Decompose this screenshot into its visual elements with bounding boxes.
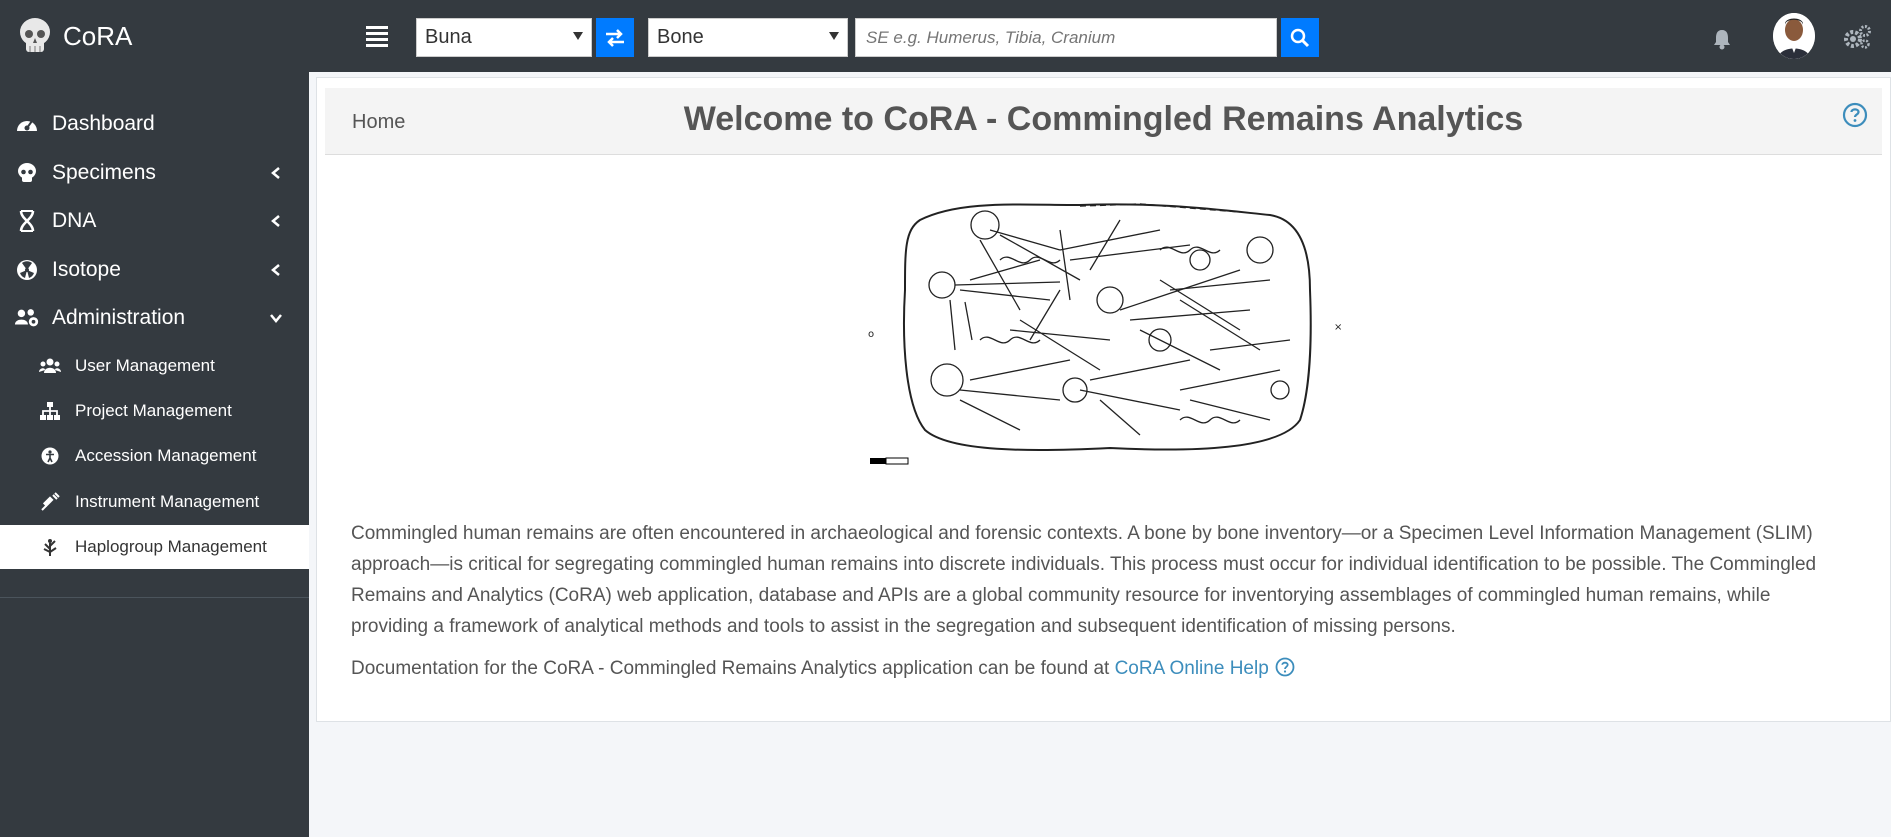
commingled-remains-illustration: o ×	[860, 190, 1350, 470]
page-title: Welcome to CoRA - Commingled Remains Ana…	[683, 100, 1524, 138]
syringe-icon	[38, 490, 62, 514]
sidebar-item-specimens[interactable]: Specimens	[0, 150, 309, 196]
sidebar-subitem-accession-management[interactable]: Accession Management	[0, 434, 309, 478]
accession-icon	[38, 444, 62, 468]
svg-text:o: o	[868, 329, 874, 340]
question-circle-icon[interactable]	[1275, 657, 1295, 677]
sidebar-subitem-haplogroup-management[interactable]: Haplogroup Management	[0, 525, 309, 569]
sidebar-item-isotope[interactable]: Isotope	[0, 247, 309, 293]
documentation-line: Documentation for the CoRA - Commingled …	[351, 657, 1295, 680]
sidebar-subitem-instrument-management[interactable]: Instrument Management	[0, 480, 309, 524]
documentation-text: Documentation for the CoRA - Commingled …	[351, 658, 1115, 679]
users-cog-icon	[14, 305, 40, 331]
brand[interactable]: CoRA	[0, 0, 309, 72]
sidebar-subitem-label: User Management	[75, 356, 215, 375]
chevron-left-icon	[271, 167, 280, 179]
bell-icon[interactable]	[1711, 28, 1733, 50]
svg-text:×: ×	[1334, 322, 1342, 333]
chevron-left-icon	[271, 215, 280, 227]
radiation-icon	[14, 257, 40, 283]
card-header: Home Welcome to CoRA - Commingled Remain…	[325, 88, 1882, 155]
main-card: Home Welcome to CoRA - Commingled Remain…	[316, 77, 1891, 722]
search-button[interactable]	[1281, 18, 1319, 57]
sidebar-subitem-label: Accession Management	[75, 446, 257, 465]
sidebar-subitem-label: Haplogroup Management	[75, 537, 267, 556]
sidebar-item-label: DNA	[52, 209, 97, 232]
sidebar-item-dna[interactable]: DNA	[0, 198, 309, 244]
sidebar-subitem-user-management[interactable]: User Management	[0, 344, 309, 388]
sidebar-item-label: Isotope	[52, 258, 121, 281]
chevron-down-icon	[573, 32, 583, 40]
chevron-left-icon	[271, 264, 280, 276]
users-icon	[38, 354, 62, 378]
haplogroup-icon	[38, 535, 62, 559]
type-select-value: Bone	[657, 26, 704, 48]
type-select[interactable]: Bone	[648, 18, 848, 57]
project-select[interactable]: Buna	[416, 18, 592, 57]
cogs-icon[interactable]	[1842, 24, 1872, 50]
chevron-down-icon	[829, 32, 839, 40]
sidebar-subitem-label: Instrument Management	[75, 492, 260, 511]
skull-icon	[14, 160, 40, 186]
top-navbar: CoRA Buna Bone	[0, 0, 1891, 72]
skull-logo	[20, 18, 50, 52]
tachometer-icon	[14, 111, 40, 137]
sidebar-divider	[0, 597, 309, 598]
sidebar-item-label: Specimens	[52, 161, 156, 184]
question-circle-icon[interactable]	[1842, 102, 1868, 128]
intro-paragraph: Commingled human remains are often encou…	[351, 523, 1817, 637]
sitemap-icon	[38, 399, 62, 423]
swap-button[interactable]	[596, 18, 634, 57]
search-icon	[1290, 28, 1310, 47]
sidebar-item-label: Dashboard	[52, 112, 155, 135]
dna-icon	[14, 208, 40, 234]
online-help-link[interactable]: CoRA Online Help	[1115, 658, 1269, 679]
sidebar-item-label: Administration	[52, 306, 186, 329]
exchange-icon	[606, 28, 624, 47]
sidebar-item-dashboard[interactable]: Dashboard	[0, 101, 309, 147]
sidebar-item-administration[interactable]: Administration	[0, 295, 309, 341]
sidebar-subitem-project-management[interactable]: Project Management	[0, 389, 309, 433]
sidebar: Dashboard Specimens DNA Isotope Administ…	[0, 72, 309, 837]
search-input[interactable]	[855, 18, 1277, 57]
chevron-down-icon	[270, 314, 282, 323]
sidebar-subitem-label: Project Management	[75, 401, 232, 420]
user-avatar[interactable]	[1773, 13, 1815, 59]
bars-icon[interactable]	[366, 26, 388, 48]
project-select-value: Buna	[425, 26, 472, 48]
app-name: CoRA	[63, 20, 133, 51]
